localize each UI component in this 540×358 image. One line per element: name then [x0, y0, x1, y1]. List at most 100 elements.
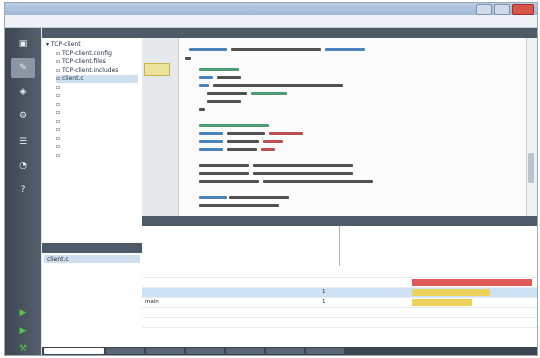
code-token	[199, 148, 223, 151]
tree-item[interactable]: ▫	[56, 118, 138, 126]
maximize-button[interactable]	[494, 4, 510, 15]
code-line	[179, 170, 519, 177]
tree-item[interactable]: ▫ TCP-client.files	[56, 58, 138, 66]
tree-item[interactable]: ▫	[56, 84, 138, 92]
table-row[interactable]	[142, 277, 537, 287]
code-line	[179, 130, 519, 137]
table-row[interactable]: main 1	[142, 297, 537, 307]
edit-icon: ✎	[19, 63, 27, 73]
editor-toolbar	[142, 28, 537, 38]
tree-item[interactable]: ▾ TCP-client	[46, 41, 138, 49]
projects-icon: ☰	[18, 137, 28, 147]
code-line	[179, 178, 519, 185]
cell-name: main	[145, 299, 159, 305]
tree-item[interactable]: ▫ TCP-client.includes	[56, 67, 138, 75]
table-row[interactable]	[142, 317, 537, 327]
tree-item[interactable]: ▫ client.c	[56, 75, 138, 83]
output-tab-6[interactable]	[306, 348, 344, 354]
debug-run-icon[interactable]: ▶	[11, 324, 35, 338]
run-icon[interactable]: ▶	[11, 306, 35, 320]
file-icon: ▫	[56, 109, 61, 116]
code-token	[199, 140, 223, 143]
tree-item-label: TCP-client	[50, 41, 81, 48]
locator-input[interactable]	[44, 348, 104, 354]
code-token	[253, 164, 353, 167]
cost-heat-bar	[412, 299, 472, 306]
code-token	[199, 84, 209, 87]
output-tab-2[interactable]	[146, 348, 184, 354]
code-line	[179, 162, 519, 169]
mode-button[interactable]: ✎	[11, 58, 35, 78]
menu-item[interactable]	[105, 18, 127, 25]
close-button[interactable]	[512, 4, 534, 15]
open-document-item[interactable]: client.c	[44, 255, 140, 263]
code-token	[213, 84, 343, 87]
output-tab-3[interactable]	[186, 348, 224, 354]
table-row[interactable]	[142, 307, 537, 317]
file-icon: ▫	[56, 151, 61, 159]
mode-button[interactable]: ☰	[11, 132, 35, 152]
editor-scrollbar-thumb[interactable]	[528, 153, 534, 183]
code-line	[179, 122, 519, 129]
tree-item[interactable]: ▫	[56, 109, 138, 117]
code-token	[253, 172, 353, 175]
ide-window: ▣ ✎ ◈ ⚙ ☰ ◔? ▶ ▶ ⚒ ▾ TCP-client ▫ TCP-client.conf…	[4, 2, 538, 356]
project-tree: ▾ TCP-client ▫ TCP-client.config ▫ TCP-cli…	[42, 38, 143, 243]
help-icon: ?	[20, 185, 26, 195]
output-tab-5[interactable]	[266, 348, 304, 354]
code-editor[interactable]	[179, 38, 526, 216]
title-bar	[5, 3, 537, 15]
open-documents-list: client.c	[42, 253, 143, 347]
tree-item[interactable]: ▫	[56, 92, 138, 100]
mode-button[interactable]: ▣	[11, 34, 35, 54]
build-icon[interactable]: ⚒	[11, 342, 35, 355]
menu-item[interactable]	[265, 18, 287, 25]
file-icon: ▫	[56, 134, 61, 142]
code-token	[227, 148, 257, 151]
tree-item[interactable]: ▫	[56, 101, 138, 109]
code-token	[199, 172, 249, 175]
code-line	[179, 106, 519, 113]
code-token	[227, 140, 259, 143]
mode-button[interactable]: ?	[11, 180, 35, 200]
output-tab-4[interactable]	[226, 348, 264, 354]
open-document-label: client.c	[47, 256, 69, 263]
analyze-icon: ◔	[19, 161, 27, 171]
mode-button[interactable]: ◈	[11, 82, 35, 102]
menu-item[interactable]	[41, 18, 63, 25]
profile-marker	[144, 63, 170, 76]
menu-bar	[5, 15, 537, 28]
tree-item[interactable]: ▫	[56, 135, 138, 143]
output-tab-1[interactable]	[106, 348, 144, 354]
file-icon: ▫	[56, 126, 61, 133]
menu-item[interactable]	[9, 18, 31, 25]
menu-item[interactable]	[201, 18, 223, 25]
menu-item[interactable]	[137, 18, 159, 25]
code-line	[179, 82, 519, 89]
tree-item[interactable]: ▫ TCP-client.config	[56, 50, 138, 58]
pane-divider[interactable]	[339, 226, 340, 266]
tree-item-label: client.c	[61, 75, 84, 82]
cost-heat-bar	[412, 289, 490, 296]
tree-item-label: TCP-client.config	[61, 49, 112, 57]
tree-item[interactable]: ▫	[56, 143, 138, 151]
tree-item[interactable]: ▫	[56, 152, 138, 160]
code-line	[179, 146, 519, 153]
mode-button[interactable]: ⚙	[11, 106, 35, 126]
cell-calls: 1	[322, 299, 326, 305]
code-line	[179, 98, 519, 105]
mode-button[interactable]: ◔	[11, 156, 35, 176]
menu-item[interactable]	[169, 18, 191, 25]
tree-item-label: TCP-client.includes	[61, 66, 119, 74]
code-line	[179, 66, 519, 73]
code-token	[261, 148, 275, 151]
tree-item[interactable]: ▫	[56, 126, 138, 134]
table-row[interactable]: 1	[142, 287, 537, 297]
menu-item[interactable]	[73, 18, 95, 25]
file-icon: ▫	[56, 83, 61, 91]
table-row[interactable]	[142, 327, 537, 337]
menu-item[interactable]	[233, 18, 255, 25]
editor-scrollbar[interactable]	[526, 38, 537, 216]
minimize-button[interactable]	[476, 4, 492, 15]
code-token	[199, 132, 223, 135]
